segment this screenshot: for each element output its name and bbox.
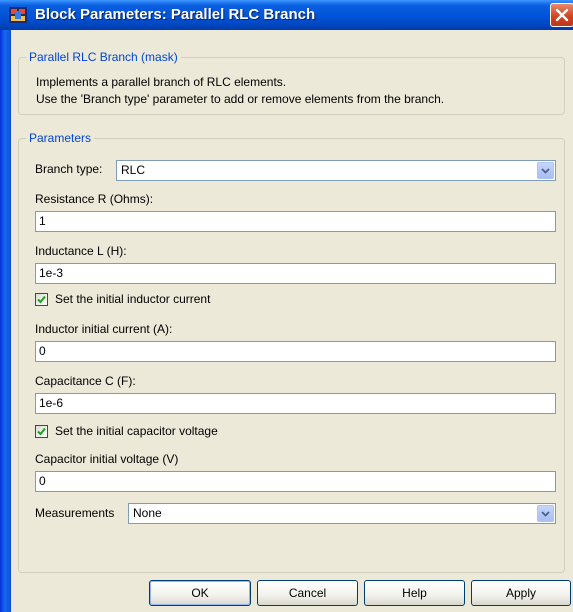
mask-group-label: Parallel RLC Branch (mask) xyxy=(26,50,181,64)
close-button[interactable] xyxy=(550,3,573,27)
inductance-input[interactable]: 1e-3 xyxy=(35,263,556,284)
branch-type-value: RLC xyxy=(121,163,146,177)
title-bar[interactable]: Block Parameters: Parallel RLC Branch xyxy=(0,0,573,30)
capacitance-input[interactable]: 1e-6 xyxy=(35,393,556,414)
window-left-border xyxy=(0,30,11,612)
measurements-select[interactable]: None xyxy=(128,503,556,524)
capacitance-label: Capacitance C (F): xyxy=(35,374,136,388)
capacitor-voltage-input[interactable]: 0 xyxy=(35,471,556,492)
set-inductor-current-label: Set the initial inductor current xyxy=(55,292,211,306)
apply-button[interactable]: Apply xyxy=(471,580,571,606)
resistance-label: Resistance R (Ohms): xyxy=(35,192,154,206)
simulink-block-icon xyxy=(9,7,27,23)
parameters-group-label: Parameters xyxy=(26,131,95,145)
mask-description-line-2: Use the 'Branch type' parameter to add o… xyxy=(36,92,445,106)
inductor-current-input[interactable]: 0 xyxy=(35,341,556,362)
checkmark-icon xyxy=(37,427,46,436)
inductor-current-label: Inductor initial current (A): xyxy=(35,322,173,336)
cancel-button[interactable]: Cancel xyxy=(257,580,358,606)
branch-type-select[interactable]: RLC xyxy=(116,160,556,181)
measurements-dropdown-button[interactable] xyxy=(537,505,554,522)
chevron-down-icon xyxy=(541,511,550,517)
branch-type-label: Branch type: xyxy=(35,162,103,176)
ok-button[interactable]: OK xyxy=(149,580,251,606)
inductance-label: Inductance L (H): xyxy=(35,244,127,258)
window-title: Block Parameters: Parallel RLC Branch xyxy=(35,6,316,23)
branch-type-dropdown-button[interactable] xyxy=(537,162,554,179)
chevron-down-icon xyxy=(541,168,550,174)
measurements-value: None xyxy=(133,506,162,520)
set-capacitor-voltage-checkbox[interactable] xyxy=(35,425,48,438)
set-capacitor-voltage-label: Set the initial capacitor voltage xyxy=(55,424,218,438)
mask-description-line-1: Implements a parallel branch of RLC elem… xyxy=(36,75,287,89)
capacitor-voltage-label: Capacitor initial voltage (V) xyxy=(35,452,179,466)
measurements-label: Measurements xyxy=(35,506,115,520)
checkmark-icon xyxy=(37,295,46,304)
set-inductor-current-checkbox[interactable] xyxy=(35,293,48,306)
mask-description-group: Parallel RLC Branch (mask) Implements a … xyxy=(18,50,565,115)
help-button[interactable]: Help xyxy=(364,580,465,606)
resistance-input[interactable]: 1 xyxy=(35,211,556,232)
block-parameters-dialog: Block Parameters: Parallel RLC Branch Pa… xyxy=(0,0,573,612)
close-icon xyxy=(555,8,569,22)
